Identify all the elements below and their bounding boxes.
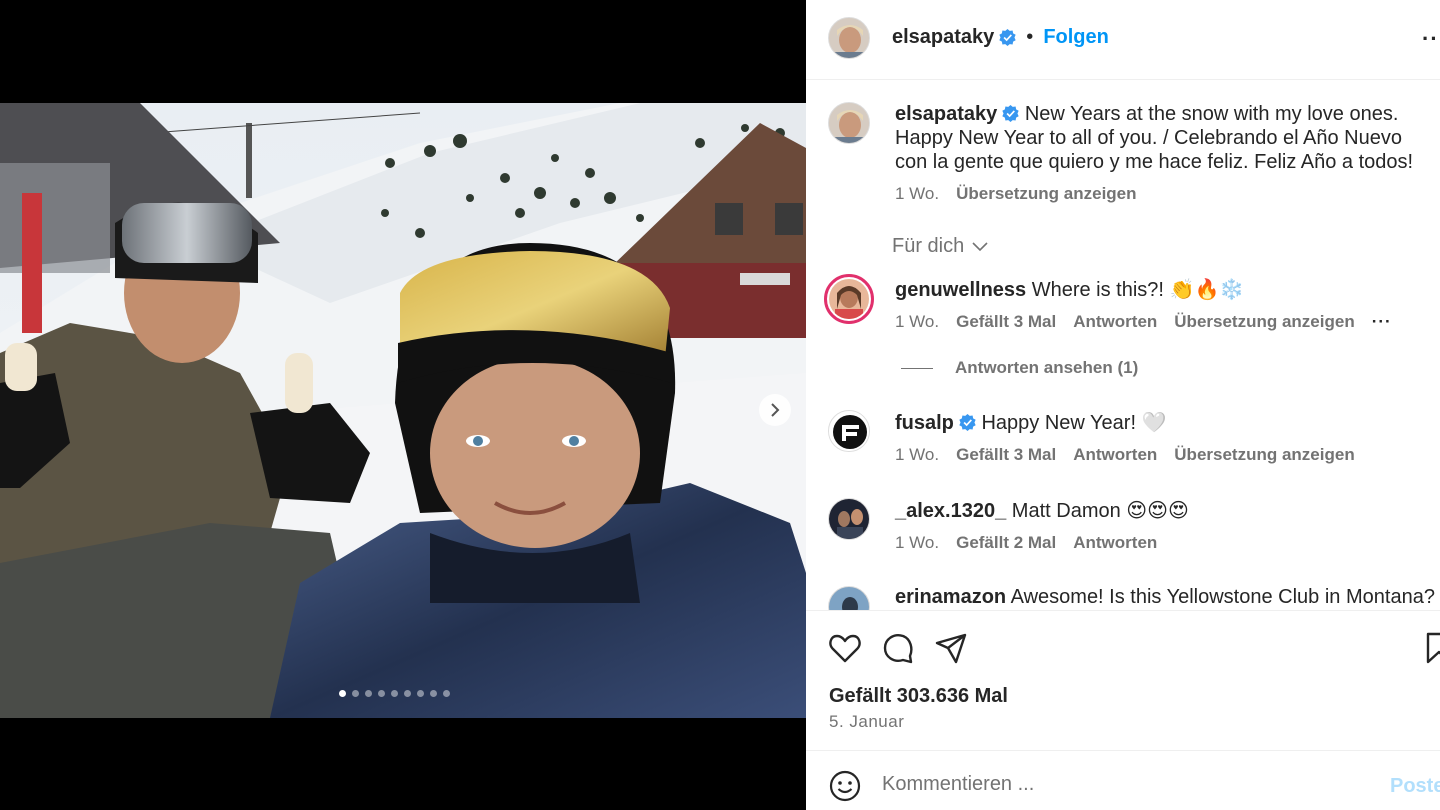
comment-text: Where is this?! 👏🔥❄️ [1031,279,1245,301]
translate-link[interactable]: Übersetzung anzeigen [1174,445,1354,465]
avatar-image [829,103,869,143]
carousel-next-button[interactable] [759,394,791,426]
translate-link[interactable]: Übersetzung anzeigen [1174,312,1354,332]
comment-likes[interactable]: Gefällt 3 Mal [956,445,1056,465]
carousel-dot [443,690,450,697]
comment-more-icon[interactable]: ··· [1372,312,1392,332]
carousel-dot [430,690,437,697]
header-row: elsapataky • Folgen [892,26,1109,49]
commenter-avatar[interactable] [828,498,870,540]
comment-text: Matt Damon 😍😍😍 [1011,500,1189,522]
post-header: elsapataky • Folgen ··· [806,0,1440,80]
ski-selfie-image [0,103,806,718]
emoji-icon[interactable] [828,769,862,803]
comment-time[interactable]: 1 Wo. [895,445,939,465]
comment-text: Awesome! Is this Yellowstone Club in Mon… [1010,586,1435,608]
caption-username[interactable]: elsapataky [895,103,997,125]
comment-body: genuwellness Where is this?! 👏🔥❄️ [895,277,1244,302]
chevron-down-icon [972,241,988,251]
carousel-dot [339,690,346,697]
media-viewer [0,0,806,810]
comment-body: _alex.1320_ Matt Damon 😍😍😍 [895,498,1189,523]
comment-text: Happy New Year! 🤍 [981,412,1167,434]
likes-count[interactable]: Gefällt 303.636 Mal [829,685,1008,708]
fusalp-logo-icon [829,411,869,451]
commenter-avatar[interactable] [824,274,874,324]
comment-sort-dropdown[interactable]: Für dich [892,235,988,258]
carousel-dot [391,690,398,697]
comment-meta: 1 Wo. Gefällt 3 Mal Antworten Übersetzun… [895,445,1355,465]
caption-translate-link[interactable]: Übersetzung anzeigen [956,182,1136,206]
comment-body: fusalp Happy New Year! 🤍 [895,410,1166,435]
comment-composer: Posten [806,750,1440,810]
commenter-username[interactable]: genuwellness [895,279,1026,301]
post-actions: Gefällt 303.636 Mal 5. Januar [806,610,1440,750]
comment-sort-label: Für dich [892,235,965,257]
comment-icon[interactable] [881,631,915,665]
comment-time[interactable]: 1 Wo. [895,533,939,553]
caption-author-avatar[interactable] [828,102,870,144]
comment-body: erinamazon Awesome! Is this Yellowstone … [895,586,1435,609]
commenter-username[interactable]: erinamazon [895,586,1006,608]
reply-button[interactable]: Antworten [1073,312,1157,332]
comment-likes[interactable]: Gefällt 3 Mal [956,312,1056,332]
separator-bullet: • [1026,26,1034,48]
reply-button[interactable]: Antworten [1073,533,1157,553]
commenter-username[interactable]: _alex.1320_ [895,500,1006,522]
avatar-image [829,279,869,319]
view-replies-label: Antworten ansehen (1) [955,358,1139,377]
carousel-dot [352,690,359,697]
post-date[interactable]: 5. Januar [829,712,904,732]
comment-meta: 1 Wo. Gefällt 3 Mal Antworten Übersetzun… [895,312,1392,332]
comment-meta: 1 Wo. Gefällt 2 Mal Antworten [895,533,1157,553]
comment-likes[interactable]: Gefällt 2 Mal [956,533,1056,553]
heart-icon[interactable] [828,631,862,665]
view-replies-button[interactable]: Antworten ansehen (1) [901,358,1138,378]
verified-badge-icon [1002,105,1019,122]
reply-button[interactable]: Antworten [1073,445,1157,465]
carousel-dot [417,690,424,697]
post-details-panel: elsapataky • Folgen ··· elsapataky New Y… [806,0,1440,810]
carousel-dot [378,690,385,697]
verified-badge-icon [959,414,976,431]
comment-time[interactable]: 1 Wo. [895,312,939,332]
bookmark-icon[interactable] [1422,631,1440,665]
commenter-avatar[interactable] [828,410,870,452]
more-options-icon[interactable]: ··· [1422,26,1440,52]
author-avatar[interactable] [828,17,870,59]
post-photo[interactable] [0,103,806,718]
caption-time[interactable]: 1 Wo. [895,182,939,206]
post-comment-button[interactable]: Posten [1390,775,1440,798]
carousel-dot [404,690,411,697]
author-username[interactable]: elsapataky [892,26,994,49]
verified-badge-icon [999,29,1016,46]
carousel-indicator [339,690,450,697]
share-icon[interactable] [934,631,968,665]
carousel-dot [365,690,372,697]
post-caption: elsapataky New Years at the snow with my… [895,102,1430,206]
comment-input[interactable] [882,773,1362,796]
avatar-image [829,18,869,58]
follow-button[interactable]: Folgen [1043,26,1109,49]
commenter-username[interactable]: fusalp [895,412,954,434]
caption-meta: 1 Wo. Übersetzung anzeigen [895,182,1430,206]
avatar-image [829,499,869,539]
replies-line [901,367,933,369]
chevron-right-icon [771,403,780,417]
